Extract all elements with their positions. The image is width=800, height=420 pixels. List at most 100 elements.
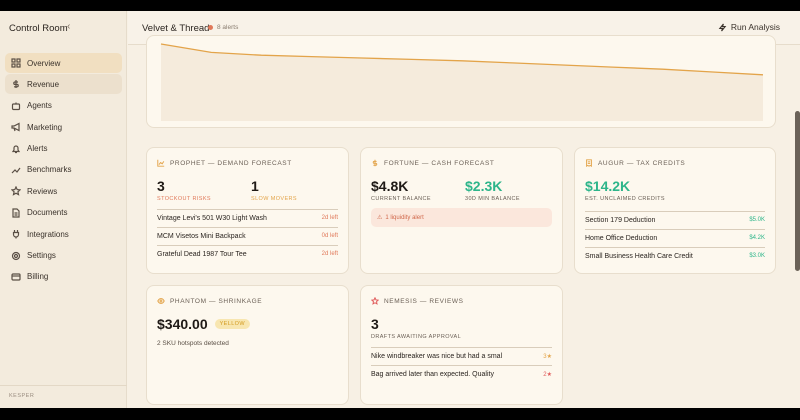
augur-card: AUGUR — TAX CREDITS $14.2K EST. UNCLAIME… [574,147,776,274]
sidebar-item-revenue[interactable]: Revenue [5,74,122,95]
nemesis-title: NEMESIS — REVIEWS [384,297,464,305]
scrollbar[interactable] [795,111,800,271]
page-title: Velvet & Thread [142,23,210,34]
list-item[interactable]: Bag arrived later than expected. Quality… [371,365,552,382]
alert-dot-icon [208,25,213,30]
sidebar-item-label: Settings [27,251,56,261]
sidebar-item-marketing[interactable]: Marketing [5,117,122,137]
credits-value: $14.2K [585,178,631,194]
grid-icon [11,58,21,68]
item-name: Home Office Deduction [585,234,658,242]
chart-icon [157,159,165,167]
review-rating: 3★ [543,353,552,360]
liquidity-alert-text: 1 liquidity alert [385,214,424,221]
current-balance-stat: $4.8K CURRENT BALANCE [371,178,431,202]
receipt-icon [586,159,592,167]
min-balance-value: $2.3K [465,178,503,194]
item-amount: $3.0K [749,253,765,259]
list-item[interactable]: Grateful Dead 1987 Tour Tee 2d left [157,245,338,262]
dollar-icon [13,80,19,89]
current-balance-label: CURRENT BALANCE [371,196,431,202]
sidebar-item-documents[interactable]: Documents [5,203,122,223]
card-title: AUGUR — TAX CREDITS [585,159,685,167]
list-item[interactable]: Small Business Health Care Credit $3.0K [585,247,765,264]
shrinkage-value: $340.00 [157,316,208,332]
bell-icon [11,144,21,153]
liquidity-alert[interactable]: ⚠ 1 liquidity alert [371,208,552,227]
sidebar-item-label: Marketing [27,122,63,132]
sidebar-footer: KESPER [0,385,127,406]
sidebar-item-settings[interactable]: Settings [5,246,122,266]
item-name: Grateful Dead 1987 Tour Tee [157,250,247,258]
shrinkage-stat: $340.00 YELLOW [157,316,250,332]
stockout-stat: 3 STOCKOUT RISKS [157,178,211,202]
sidebar-item-label: Documents [27,208,68,218]
list-item[interactable]: Vintage Levi's 501 W30 Light Wash 2d lef… [157,209,338,226]
sidebar-item-benchmarks[interactable]: Benchmarks [5,160,122,180]
drafts-value: 3 [371,316,379,332]
card-title: NEMESIS — REVIEWS [371,297,464,305]
stockout-label: STOCKOUT RISKS [157,196,211,202]
review-rating: 2★ [543,371,552,378]
sidebar-item-label: Revenue [27,79,60,89]
item-name: Section 179 Deduction [585,216,656,224]
sidebar-item-label: Alerts [27,144,48,154]
list-item[interactable]: MCM Visetos Mini Backpack 0d left [157,227,338,244]
sidebar-item-alerts[interactable]: Alerts [5,139,122,159]
chevron-left-icon[interactable]: ‹ [67,21,70,32]
sidebar-item-label: Agents [27,101,52,111]
list-item[interactable]: Nike windbreaker was nice but had a smal… [371,347,552,364]
slow-movers-value: 1 [251,178,259,194]
run-analysis-button[interactable]: Run Analysis [718,22,780,32]
megaphone-icon [11,122,20,132]
lightning-icon [718,23,727,31]
star-icon [371,297,379,305]
alert-count[interactable]: 8 alerts [217,24,238,31]
current-balance-value: $4.8K [371,178,409,194]
app-frame: Control Room ‹ Overview Revenue Agents M… [0,11,800,408]
item-name: Vintage Levi's 501 W30 Light Wash [157,214,267,222]
sidebar-nav: Overview Revenue Agents Marketing Alerts… [5,53,122,288]
drafts-label: DRAFTS AWAITING APPROVAL [371,334,462,340]
star-icon [11,186,21,197]
gear-icon [11,251,21,260]
item-status: 2d left [321,215,338,221]
item-status: 2d left [321,251,338,257]
sidebar-item-overview[interactable]: Overview [5,53,122,73]
trend-chart [160,43,764,121]
sidebar-item-label: Reviews [27,186,58,196]
plug-icon [12,230,20,239]
review-text: Nike windbreaker was nice but had a smal [371,352,503,360]
chart-area [161,44,763,121]
sidebar-item-agents[interactable]: Agents [5,96,122,116]
list-item[interactable]: Home Office Deduction $4.2K [585,229,765,246]
sidebar-item-label: Billing [27,272,49,282]
item-name: Small Business Health Care Credit [585,252,693,260]
card-icon [11,273,21,281]
augur-title: AUGUR — TAX CREDITS [598,159,686,167]
sidebar-item-integrations[interactable]: Integrations [5,224,122,244]
item-name: MCM Visetos Mini Backpack [157,232,246,240]
card-title: PHANTOM — SHRINKAGE [157,297,262,305]
credits-stat: $14.2K EST. UNCLAIMED CREDITS [585,178,665,202]
phantom-card: PHANTOM — SHRINKAGE $340.00 YELLOW 2 SKU… [146,285,349,405]
min-balance-stat: $2.3K 30D MIN BALANCE [465,178,520,202]
sidebar-item-label: Integrations [27,229,69,239]
eye-icon [157,298,165,304]
list-item[interactable]: Section 179 Deduction $5.0K [585,211,765,228]
min-balance-label: 30D MIN BALANCE [465,196,520,202]
slow-movers-label: SLOW MOVERS [251,196,297,202]
prophet-title: PROPHET — DEMAND FORECAST [170,159,292,167]
chart-icon [11,167,21,174]
fortune-title: FORTUNE — CASH FORECAST [384,159,495,167]
warning-icon: ⚠ [377,215,383,221]
sidebar-item-billing[interactable]: Billing [5,267,122,287]
sidebar: Control Room ‹ Overview Revenue Agents M… [0,11,127,408]
slow-movers-stat: 1 SLOW MOVERS [251,178,297,202]
phantom-title: PHANTOM — SHRINKAGE [170,297,263,305]
prophet-card: PROPHET — DEMAND FORECAST 3 STOCKOUT RIS… [146,147,349,274]
nemesis-card: NEMESIS — REVIEWS 3 DRAFTS AWAITING APPR… [360,285,563,405]
sidebar-item-label: Overview [27,58,61,68]
review-text: Bag arrived later than expected. Quality [371,370,494,378]
sidebar-item-reviews[interactable]: Reviews [5,181,122,201]
